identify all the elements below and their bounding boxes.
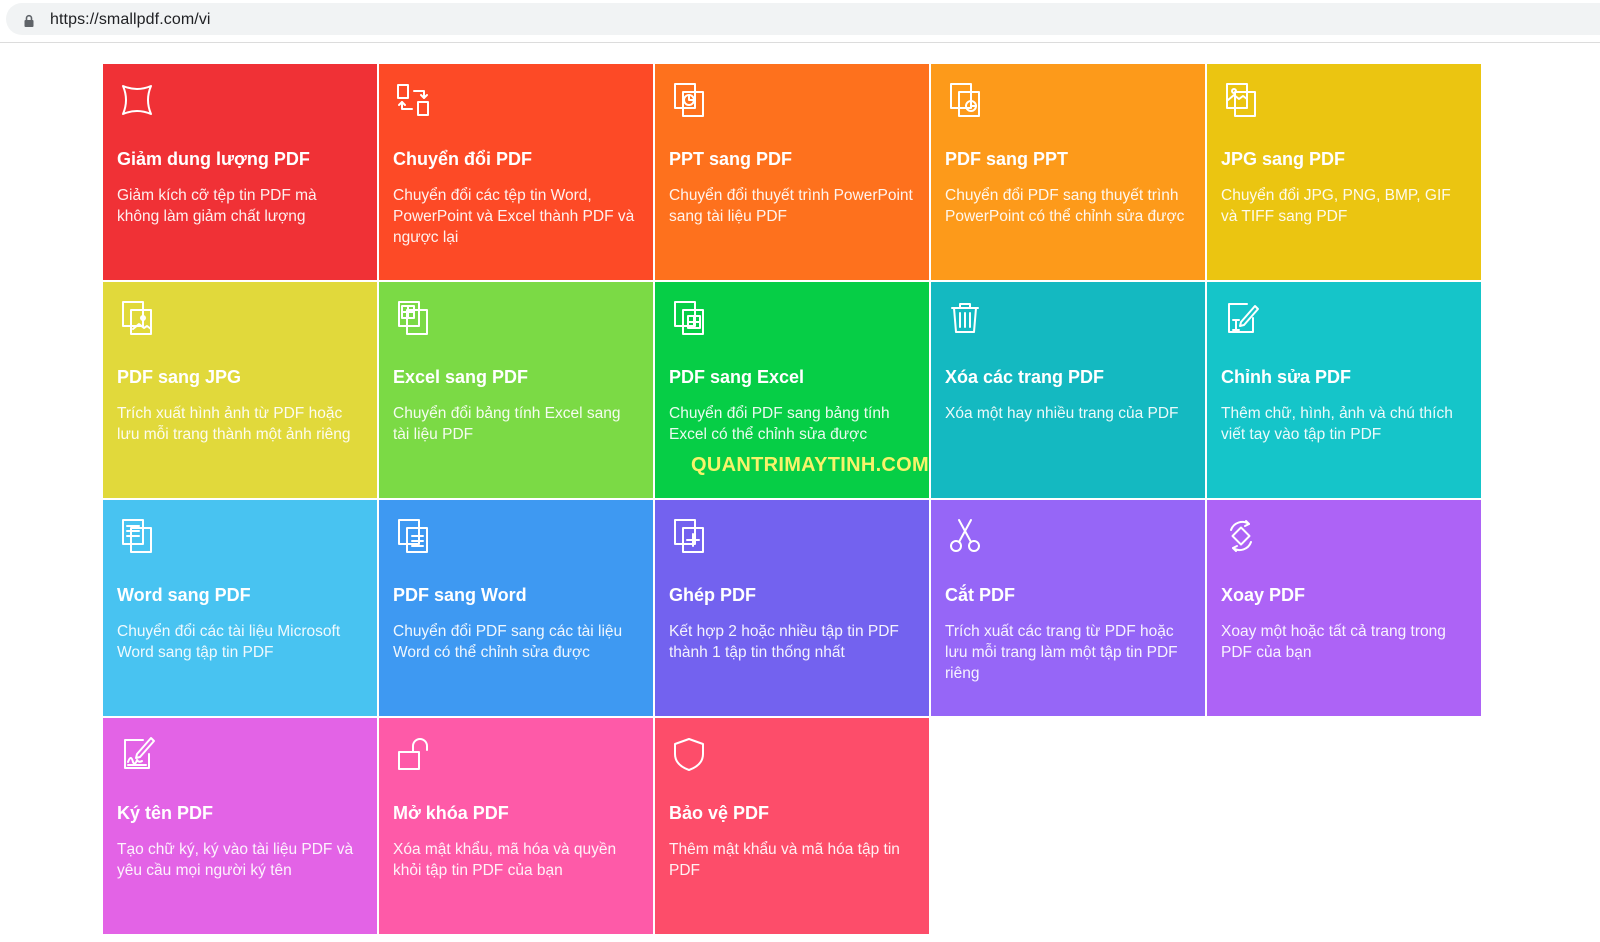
tool-description: Xoay một hoặc tất cả trang trong PDF của… [1221,623,1446,661]
image-document-icon [1221,80,1261,120]
tool-title: Ghép PDF [669,585,757,605]
pdf-to-image-icon [117,298,157,338]
tool-tile-merge[interactable]: Ghép PDF Kết hợp 2 hoặc nhiều tập tin PDF… [655,500,931,718]
tool-title: Bảo vệ PDF [669,803,770,823]
tool-title: PDF sang PPT [945,149,1069,169]
omnibox[interactable]: https://smallpdf.com/vi [6,3,1600,35]
unlock-icon [393,734,433,774]
merge-plus-icon [669,516,709,556]
tool-description: Chuyển đổi các tài liệu Microsoft Word s… [117,623,341,661]
tool-tile-delete-pages[interactable]: Xóa các trang PDF Xóa một hay nhiều trang… [931,282,1207,500]
tool-description: Chuyển đổi thuyết trình PowerPoint sang … [669,187,913,225]
word-document-icon [117,516,157,556]
tool-tile-protect[interactable]: Bảo vệ PDF Thêm mật khẩu và mã hóa tập ti… [655,718,931,936]
convert-arrows-icon [393,80,433,120]
tool-description: Trích xuất các trang từ PDF hoặc lưu mỗi… [945,623,1178,682]
tool-tile-unlock[interactable]: Mở khóa PDF Xóa mật khẩu, mã hóa và quyền… [379,718,655,936]
tool-description: Thêm chữ, hình, ảnh và chú thích viết ta… [1221,405,1453,443]
tool-title: Chuyển đổi PDF [393,149,532,169]
tool-description: Kết hợp 2 hoặc nhiều tập tin PDF thành 1… [669,623,899,661]
tool-title: PDF sang Excel [669,367,805,387]
tool-description: Chuyển đổi các tệp tin Word, PowerPoint … [393,187,635,246]
tool-tile-split[interactable]: Cắt PDF Trích xuất các trang từ PDF hoặc … [931,500,1207,718]
tool-description: Thêm mật khẩu và mã hóa tập tin PDF [669,841,900,879]
watermark-text: QUANTRIMAYTINH.COM [691,454,929,476]
tool-description: Giảm kích cỡ tệp tin PDF mà không làm gi… [117,187,317,225]
ppt-document-icon [669,80,709,120]
tool-title: PDF sang Word [393,585,527,605]
tool-tile-word-to-pdf[interactable]: Word sang PDF Chuyển đổi các tài liệu Mic… [103,500,379,718]
pdf-to-word-icon [393,516,433,556]
browser-address-bar: https://smallpdf.com/vi [0,0,1600,43]
compress-icon [117,80,157,120]
tool-tile-ppt-to-pdf[interactable]: PPT sang PDF Chuyển đổi thuyết trình Powe… [655,64,931,282]
rotate-icon [1221,516,1261,556]
pdf-to-spreadsheet-icon [669,298,709,338]
tool-description: Chuyển đổi JPG, PNG, BMP, GIF và TIFF sa… [1221,187,1451,225]
tool-tile-jpg-to-pdf[interactable]: JPG sang PDF Chuyển đổi JPG, PNG, BMP, GI… [1207,64,1483,282]
tool-tile-pdf-to-excel[interactable]: PDF sang Excel Chuyển đổi PDF sang bảng t… [655,282,931,500]
spreadsheet-document-icon [393,298,433,338]
tool-description: Chuyển đổi PDF sang thuyết trình PowerPo… [945,187,1185,225]
tool-description: Tạo chữ ký, ký vào tài liệu PDF và yêu c… [117,841,354,879]
tool-title: Chỉnh sửa PDF [1221,367,1352,387]
tool-title: Word sang PDF [117,585,251,605]
shield-icon [669,734,709,774]
tool-description: Xóa mật khẩu, mã hóa và quyền khỏi tập t… [393,841,617,879]
tool-tile-pdf-to-word[interactable]: PDF sang Word Chuyển đổi PDF sang các tài… [379,500,655,718]
tool-title: Giảm dung lượng PDF [117,149,310,169]
tool-tile-compress[interactable]: Giảm dung lượng PDF Giảm kích cỡ tệp tin … [103,64,379,282]
lock-icon[interactable] [22,14,36,28]
tool-tile-edit-pdf[interactable]: Chỉnh sửa PDF Thêm chữ, hình, ảnh và chú … [1207,282,1483,500]
tool-tile-pdf-to-jpg[interactable]: PDF sang JPG Trích xuất hình ảnh từ PDF h… [103,282,379,500]
signature-icon [117,734,157,774]
tool-title: PDF sang JPG [117,367,242,387]
edit-document-icon [1221,298,1261,338]
tool-title: Mở khóa PDF [393,803,509,823]
scissors-icon [945,516,985,556]
tool-title: PPT sang PDF [669,149,793,169]
tool-title: Ký tên PDF [117,803,214,823]
tool-title: JPG sang PDF [1221,149,1346,169]
tool-description: Chuyển đổi PDF sang bảng tính Excel có t… [669,405,890,443]
tool-title: Excel sang PDF [393,367,529,387]
trash-icon [945,298,985,338]
tool-grid: Giảm dung lượng PDF Giảm kích cỡ tệp tin … [103,64,1483,936]
tool-description: Chuyển đổi PDF sang các tài liệu Word có… [393,623,623,661]
tool-tile-excel-to-pdf[interactable]: Excel sang PDF Chuyển đổi bảng tính Excel… [379,282,655,500]
tool-title: Xóa các trang PDF [945,367,1105,387]
tool-tile-rotate[interactable]: Xoay PDF Xoay một hoặc tất cả trang trong… [1207,500,1483,718]
tool-description: Xóa một hay nhiều trang của PDF [945,405,1179,422]
tool-tile-pdf-to-ppt[interactable]: PDF sang PPT Chuyển đổi PDF sang thuyết t… [931,64,1207,282]
url-text[interactable]: https://smallpdf.com/vi [50,11,211,29]
tool-title: Xoay PDF [1221,585,1306,605]
tool-description: Chuyển đổi bảng tính Excel sang tài liệu… [393,405,621,443]
tool-description: Trích xuất hình ảnh từ PDF hoặc lưu mỗi … [117,405,351,443]
tool-tile-convert[interactable]: Chuyển đổi PDF Chuyển đổi các tệp tin Wor… [379,64,655,282]
tool-title: Cắt PDF [945,585,1016,605]
tool-tile-sign[interactable]: Ký tên PDF Tạo chữ ký, ký vào tài liệu PD… [103,718,379,936]
pdf-to-ppt-icon [945,80,985,120]
